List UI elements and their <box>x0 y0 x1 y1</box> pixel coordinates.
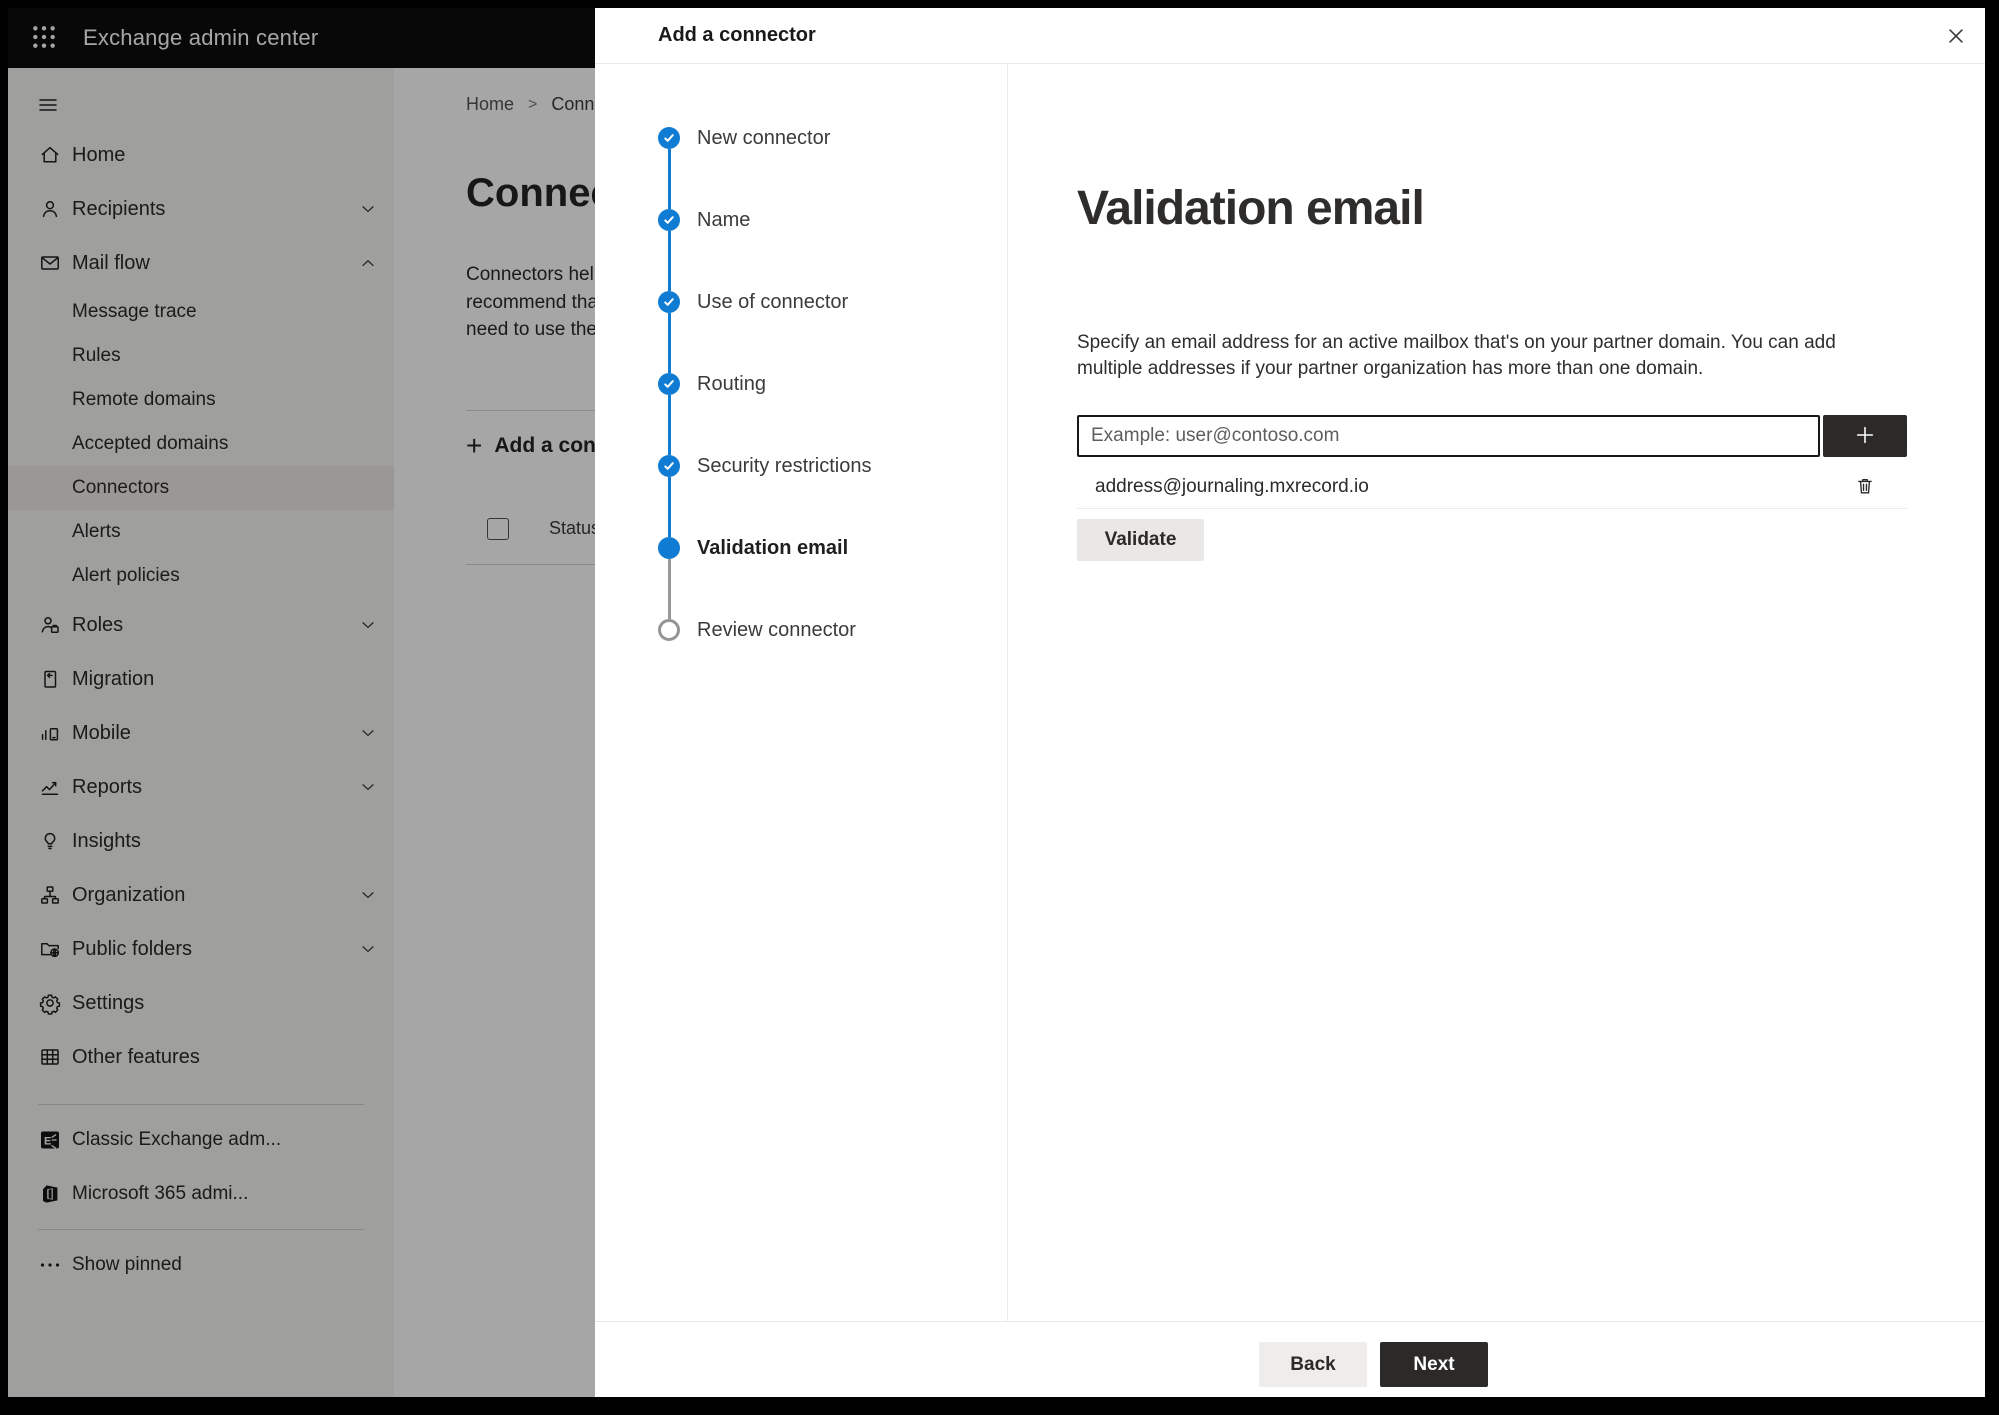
step-connector <box>667 395 671 455</box>
screenshot-frame: Exchange admin center Home Recipients Ma… <box>0 0 1999 1415</box>
modal-header: Add a connector <box>595 8 1985 64</box>
check-icon <box>658 455 680 477</box>
wizard-step-label: Review connector <box>697 619 856 641</box>
add-address-button[interactable] <box>1823 415 1907 457</box>
wizard-step-name[interactable]: Name <box>658 149 1007 291</box>
wizard-step-security-restrictions[interactable]: Security restrictions <box>658 395 1007 537</box>
exchange-admin-app: Exchange admin center Home Recipients Ma… <box>8 8 1985 1397</box>
back-button[interactable]: Back <box>1259 1342 1367 1387</box>
next-button[interactable]: Next <box>1380 1342 1488 1387</box>
wizard-step-review-connector[interactable]: Review connector <box>658 559 1007 701</box>
modal-footer: Back Next <box>595 1321 1985 1397</box>
wizard-content: Validation email Specify an email addres… <box>1009 64 1985 1322</box>
step-heading: Validation email <box>1077 182 1425 235</box>
wizard-step-label: Validation email <box>697 537 849 559</box>
step-connector <box>667 149 671 209</box>
delete-address-button[interactable] <box>1853 475 1877 499</box>
validate-button[interactable]: Validate <box>1077 519 1204 561</box>
wizard-step-new-connector[interactable]: New connector <box>658 127 1007 209</box>
check-icon <box>658 373 680 395</box>
add-connector-modal: Add a connector New connector Name Use o… <box>595 8 1985 1397</box>
modal-title: Add a connector <box>658 24 816 46</box>
wizard-step-label: Security restrictions <box>697 455 872 477</box>
address-row: address@journaling.mxrecord.io <box>1077 465 1907 509</box>
step-state-circle <box>658 619 680 641</box>
check-icon <box>658 127 680 149</box>
step-description: Specify an email address for an active m… <box>1077 332 1836 379</box>
wizard-step-label: Use of connector <box>697 291 849 313</box>
trash-icon <box>1854 478 1876 500</box>
step-connector <box>667 477 671 537</box>
wizard-step-validation-email[interactable]: Validation email <box>658 477 1007 619</box>
address-text: address@journaling.mxrecord.io <box>1095 475 1369 497</box>
step-connector <box>667 313 671 373</box>
check-icon <box>658 209 680 231</box>
wizard-step-label: New connector <box>697 127 831 149</box>
close-button[interactable] <box>1943 23 1969 49</box>
check-icon <box>658 291 680 313</box>
wizard-step-label: Routing <box>697 373 766 395</box>
plus-icon <box>1854 424 1876 449</box>
email-input-row <box>1077 415 1985 457</box>
step-state-circle <box>658 537 680 559</box>
close-icon <box>1945 29 1967 50</box>
wizard-stepper: New connector Name Use of connector Rout… <box>595 64 1008 1322</box>
email-input[interactable] <box>1077 415 1820 457</box>
wizard-step-label: Name <box>697 209 751 231</box>
wizard-step-use-of-connector[interactable]: Use of connector <box>658 231 1007 373</box>
wizard-step-routing[interactable]: Routing <box>658 313 1007 455</box>
step-connector <box>667 559 671 619</box>
step-connector <box>667 231 671 291</box>
